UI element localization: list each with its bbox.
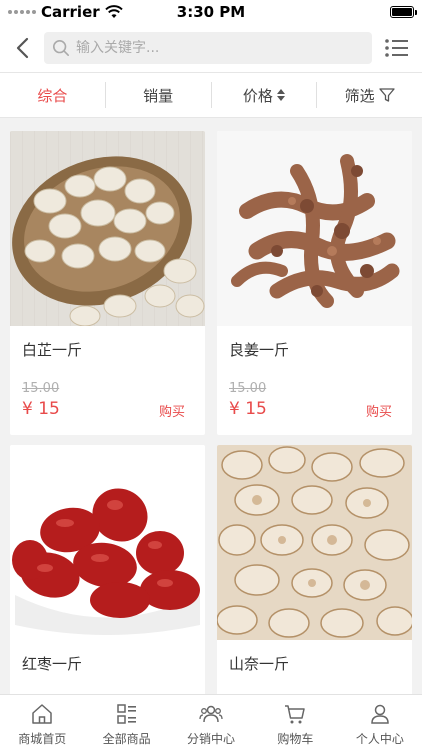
product-image[interactable] [10,131,205,326]
product-photo [217,131,412,326]
product-card[interactable]: 白芷一斤 15.00 ¥ 15 购买 [10,131,205,435]
tab-label: 购物车 [277,732,314,746]
tab-label: 分销中心 [187,732,236,746]
product-name: 红枣一斤 [22,655,83,673]
tab-label: 商城首页 [18,732,67,746]
product-grid: 白芷一斤 15.00 ¥ 15 购买 良姜一斤 15.00 ¥ 15 购买 红枣… [0,118,422,694]
sort-tab-filter[interactable]: 筛选 [317,82,422,108]
tab-all-products[interactable]: 全部商品 [84,695,168,750]
bottom-tab-bar: 商城首页 全部商品 分销中心 购物车 个人中心 [0,694,422,750]
list-view-button[interactable] [384,36,410,60]
product-price: ¥ 15 [22,399,60,419]
status-time: 3:30 PM [176,3,246,21]
status-bar: Carrier 3:30 PM [0,0,422,24]
product-card[interactable]: 良姜一斤 15.00 ¥ 15 购买 [217,131,412,435]
buy-button[interactable]: 购买 [159,401,185,420]
tab-label: 全部商品 [102,732,151,746]
battery-icon [390,6,417,18]
product-card[interactable]: 红枣一斤 [10,445,205,694]
tab-label: 个人中心 [355,732,404,746]
product-photo [10,445,205,640]
tab-home[interactable]: 商城首页 [0,695,84,750]
product-old-price: 15.00 [22,381,60,396]
sort-tab-label: 价格 [242,86,273,105]
sort-tab-label: 综合 [37,86,68,105]
product-price: ¥ 15 [229,399,267,419]
tab-cart[interactable]: 购物车 [253,695,337,750]
cart-icon [285,705,306,724]
chevron-left-icon [16,37,29,59]
search-header [0,24,422,72]
search-input[interactable] [76,40,356,56]
sort-tab-label: 筛选 [344,86,375,105]
product-card[interactable]: 山奈一斤 [217,445,412,694]
back-button[interactable] [10,34,34,62]
product-name: 白芷一斤 [22,341,83,359]
product-old-price: 15.00 [229,381,267,396]
tab-profile[interactable]: 个人中心 [338,695,422,750]
sort-tab-label: 销量 [143,86,174,105]
product-photo [217,445,412,640]
search-icon [52,39,70,57]
sort-bar: 综合 销量 价格 筛选 [0,72,422,118]
list-icon [385,39,408,57]
users-icon [199,705,223,723]
filter-icon [378,87,395,103]
search-box[interactable] [44,32,372,64]
buy-button[interactable]: 购买 [366,401,392,420]
person-icon [371,704,389,724]
sort-tab-price[interactable]: 价格 [212,82,318,108]
sort-arrows-icon [276,89,285,101]
product-name: 山奈一斤 [229,655,290,673]
category-icon [116,704,136,724]
home-icon [32,704,52,724]
product-image[interactable] [10,445,205,640]
sort-tab-sales[interactable]: 销量 [106,82,212,108]
product-photo [10,131,205,326]
tab-distribution[interactable]: 分销中心 [169,695,253,750]
product-image[interactable] [217,445,412,640]
product-name: 良姜一斤 [229,341,290,359]
sort-tab-comprehensive[interactable]: 综合 [0,82,106,108]
product-image[interactable] [217,131,412,326]
